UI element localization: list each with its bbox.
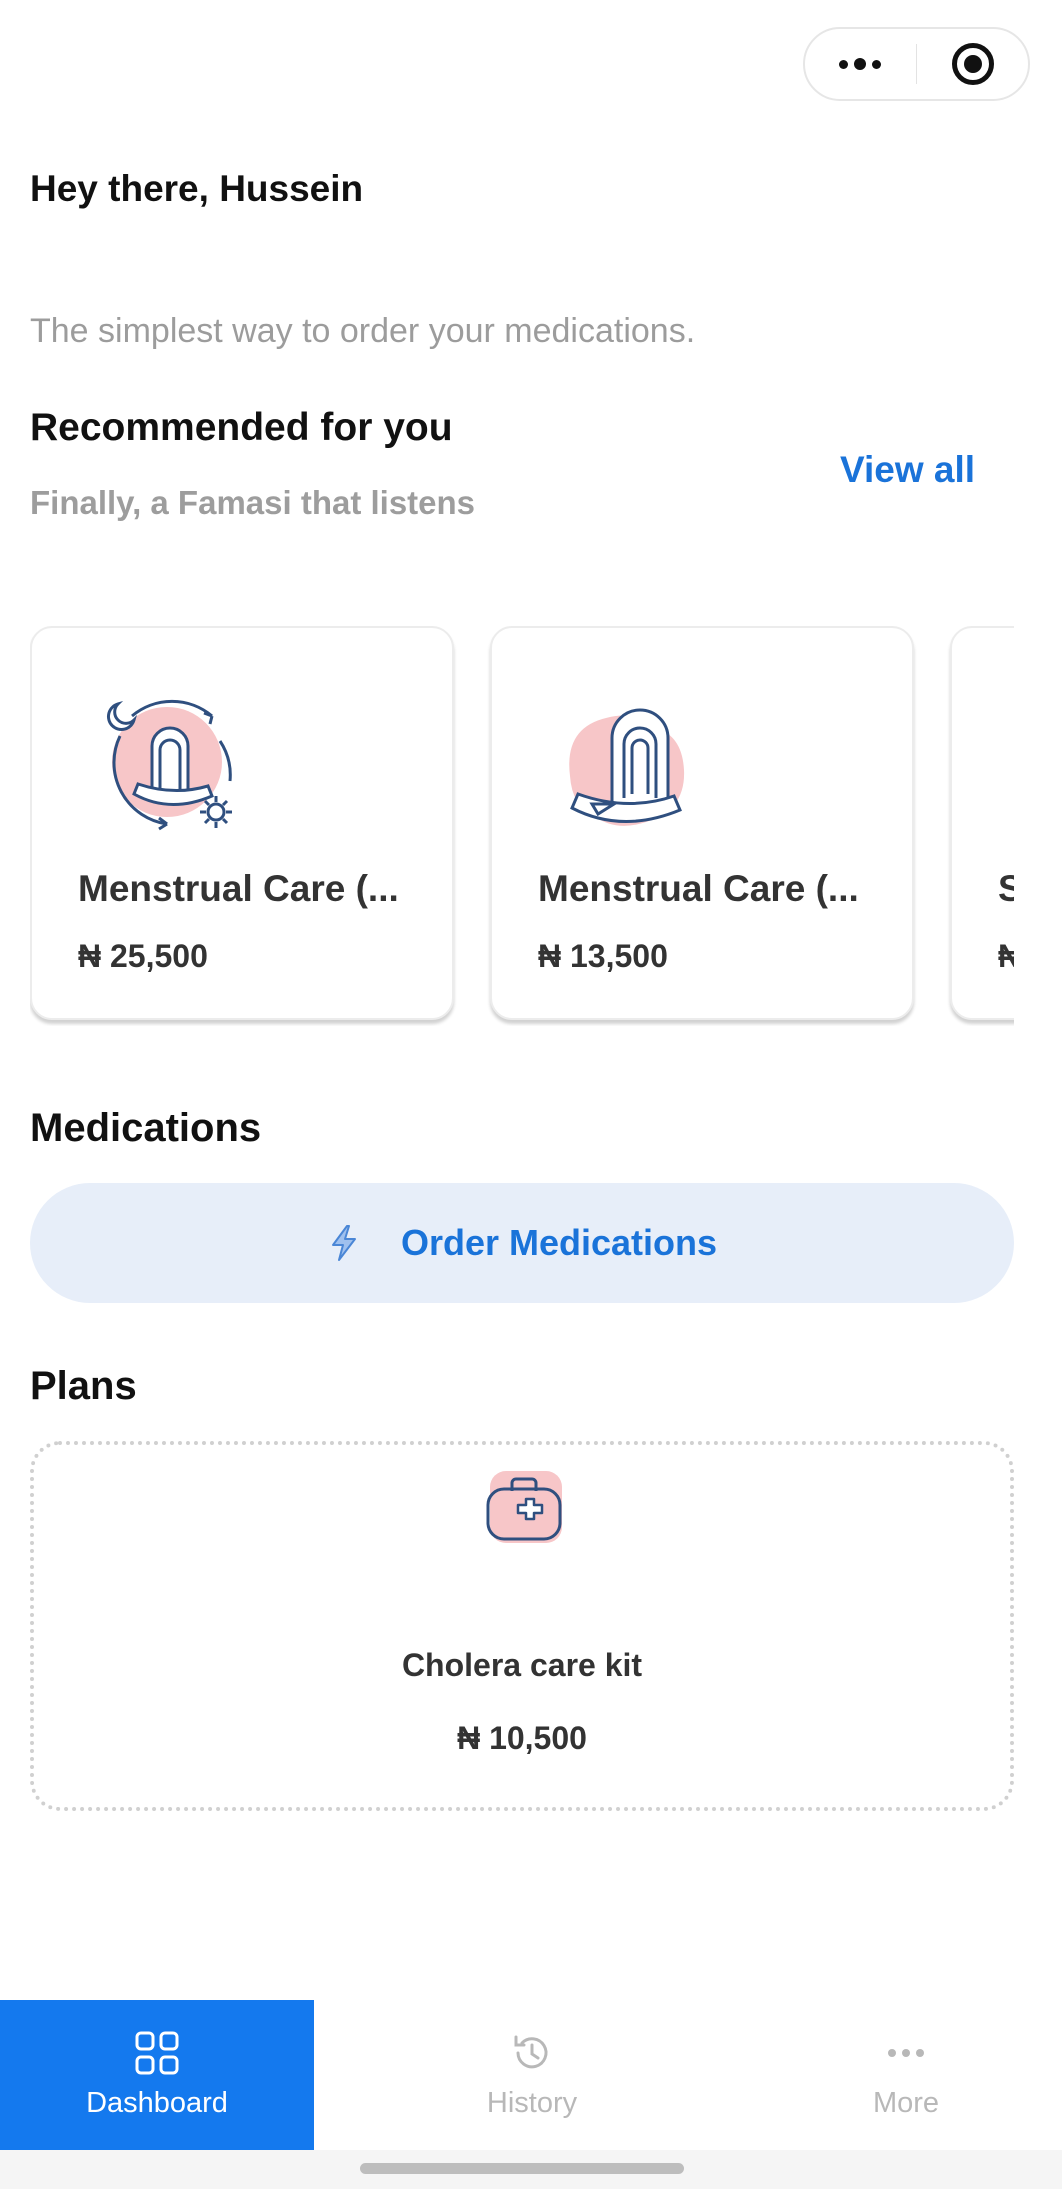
product-price: ₦ 13,500 bbox=[538, 938, 668, 974]
recommended-subtitle: Finally, a Famasi that listens bbox=[30, 484, 476, 521]
recommended-title: Recommended for you bbox=[30, 406, 453, 449]
history-icon bbox=[514, 2035, 548, 2068]
plan-name: Cholera care kit bbox=[401, 1647, 643, 1683]
product-name: S bbox=[998, 868, 1014, 909]
product-price: ₦ 25,500 bbox=[78, 938, 208, 974]
view-all-link[interactable]: View all bbox=[840, 449, 975, 491]
lightning-icon bbox=[331, 1225, 356, 1261]
product-name: Menstrual Care (... bbox=[538, 868, 859, 909]
product-icon bbox=[1012, 686, 1014, 836]
tab-label: More bbox=[872, 2086, 940, 2119]
home-indicator[interactable] bbox=[360, 2163, 684, 2174]
greeting-heading: Hey there, Hussein bbox=[30, 168, 364, 209]
tab-history[interactable]: History bbox=[314, 2000, 750, 2150]
target-icon bbox=[951, 43, 994, 85]
close-miniprogram-button[interactable] bbox=[917, 29, 1028, 99]
product-card[interactable]: S ₦ bbox=[950, 626, 1014, 1020]
more-options-button[interactable] bbox=[805, 29, 916, 99]
tab-label: History bbox=[486, 2086, 578, 2119]
medical-bag-icon bbox=[486, 1471, 562, 1543]
pad-day-night-icon bbox=[106, 699, 232, 831]
dashboard-screen: Hey there, Hussein The simplest way to o… bbox=[0, 0, 1062, 2189]
product-name: Menstrual Care (... bbox=[78, 868, 399, 909]
more-dots-icon bbox=[839, 58, 882, 70]
grid-icon bbox=[135, 2031, 179, 2074]
plan-price: ₦ 10,500 bbox=[457, 1720, 587, 1756]
tab-label: Dashboard bbox=[86, 2086, 228, 2119]
capsule-menu bbox=[803, 27, 1030, 101]
tab-more[interactable]: More bbox=[750, 2000, 1062, 2150]
product-price: ₦ bbox=[998, 938, 1014, 974]
tab-dashboard[interactable]: Dashboard bbox=[0, 2000, 314, 2150]
plans-title: Plans bbox=[30, 1364, 137, 1408]
product-card[interactable]: Menstrual Care (... ₦ 13,500 bbox=[490, 626, 914, 1020]
order-medications-button[interactable]: Order Medications bbox=[30, 1183, 1014, 1303]
order-medications-label: Order Medications bbox=[400, 1222, 718, 1263]
tagline: The simplest way to order your medicatio… bbox=[30, 312, 696, 350]
plan-card[interactable]: Cholera care kit ₦ 10,500 bbox=[30, 1441, 1014, 1811]
pad-icon bbox=[569, 708, 685, 826]
medications-title: Medications bbox=[30, 1106, 262, 1150]
product-card[interactable]: Menstrual Care (... ₦ 25,500 bbox=[30, 626, 454, 1020]
bottom-tab-bar: Dashboard History More bbox=[0, 2000, 1062, 2150]
more-dots-icon bbox=[888, 2048, 924, 2057]
recommended-carousel[interactable]: Menstrual Care (... ₦ 25,500 Menstrual C… bbox=[30, 626, 1014, 1026]
